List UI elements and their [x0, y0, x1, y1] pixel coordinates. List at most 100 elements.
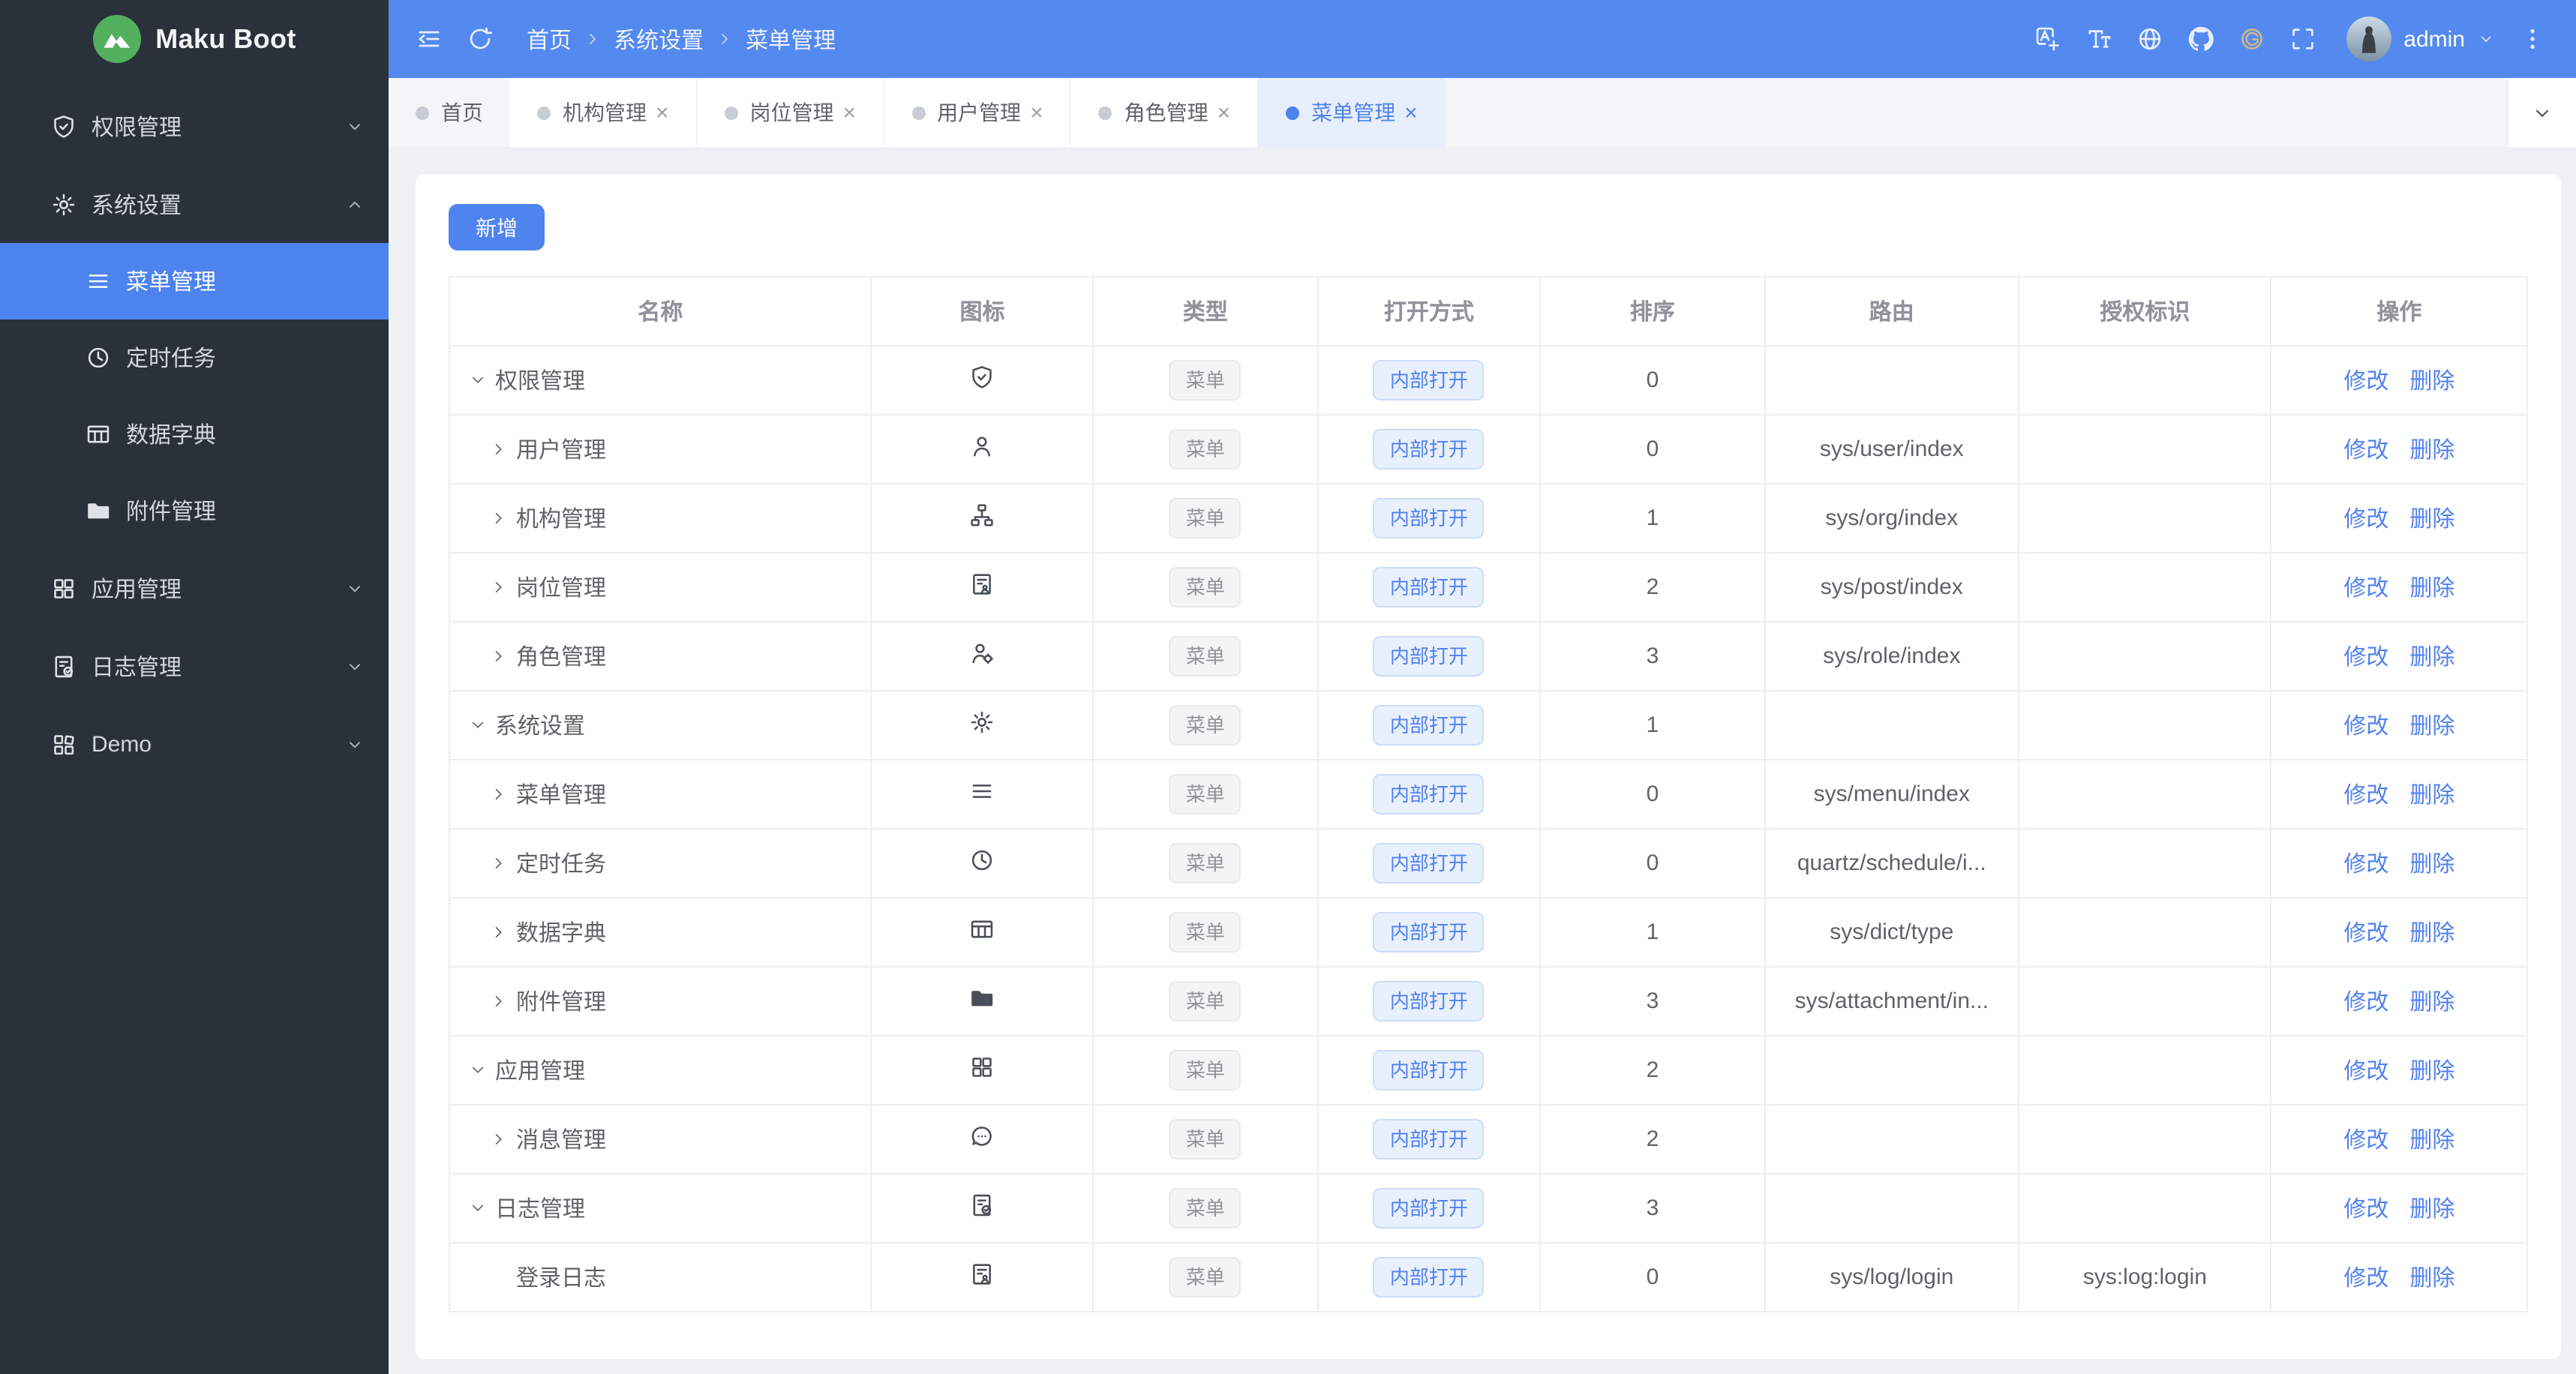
edit-link[interactable]: 修改 [2343, 369, 2388, 394]
menu-name: 应用管理 [495, 1059, 586, 1084]
tab-首页[interactable]: 首页 [389, 78, 510, 147]
edit-link[interactable]: 修改 [2343, 921, 2388, 946]
menu-panel: 新增 名称 图标 类型 打开方式 排序 路由 授权标识 操作 权限管理 菜单 内部打开 0 修改 删除用… [416, 174, 2561, 1359]
menu-lines-icon [84, 268, 111, 295]
delete-link[interactable]: 删除 [2409, 369, 2454, 394]
tab-用户管理[interactable]: 用户管理 × [884, 78, 1072, 147]
delete-link[interactable]: 删除 [2409, 921, 2454, 946]
expand-row-icon[interactable] [486, 575, 510, 599]
edit-link[interactable]: 修改 [2343, 990, 2388, 1016]
delete-link[interactable]: 删除 [2409, 1266, 2454, 1292]
route-value: quartz/schedule/i... [1764, 828, 2019, 898]
delete-link[interactable]: 删除 [2409, 714, 2454, 740]
expand-row-icon[interactable] [486, 437, 510, 461]
tab-list-dropdown[interactable] [2507, 78, 2576, 147]
sidebar-item-attachment[interactable]: 附件管理 [0, 472, 389, 549]
user-icon [969, 434, 995, 459]
edit-link[interactable]: 修改 [2343, 783, 2388, 808]
font-size-icon[interactable] [2076, 14, 2121, 64]
type-badge: 菜单 [1169, 636, 1241, 676]
auth-value [2017, 897, 2272, 968]
type-badge: 菜单 [1169, 774, 1241, 814]
collapse-row-icon[interactable] [465, 1196, 489, 1220]
add-button[interactable]: 新增 [449, 204, 545, 250]
sidebar-collapse-icon[interactable] [404, 14, 455, 64]
sort-value: 1 [1539, 690, 1766, 760]
tab-close-icon[interactable]: × [1217, 101, 1231, 124]
delete-link[interactable]: 删除 [2409, 576, 2454, 602]
menu-name: 机构管理 [516, 507, 607, 532]
edit-link[interactable]: 修改 [2343, 1059, 2388, 1084]
chevron-up-icon [345, 194, 365, 214]
user-menu[interactable]: admin [2346, 16, 2495, 62]
sidebar-item-dict[interactable]: 数据字典 [0, 396, 389, 472]
delete-link[interactable]: 删除 [2409, 1197, 2454, 1222]
expand-row-icon[interactable] [486, 782, 510, 806]
delete-link[interactable]: 删除 [2409, 645, 2454, 670]
sidebar-item-system[interactable]: 系统设置 [0, 165, 389, 243]
edit-link[interactable]: 修改 [2343, 852, 2388, 878]
edit-link[interactable]: 修改 [2343, 438, 2388, 464]
globe-icon[interactable] [2127, 14, 2172, 64]
tab-close-icon[interactable]: × [1030, 101, 1043, 124]
route-value [1764, 1173, 2019, 1244]
expand-row-icon[interactable] [486, 644, 510, 668]
gitee-icon[interactable] [2229, 14, 2274, 64]
expand-row-icon[interactable] [486, 506, 510, 530]
menu-name: 日志管理 [495, 1197, 586, 1222]
sidebar-item-demo[interactable]: Demo [0, 705, 389, 783]
collapse-row-icon[interactable] [465, 368, 489, 392]
kebab-menu-icon[interactable] [2510, 14, 2555, 64]
tab-label: 角色管理 [1124, 100, 1208, 124]
app-grid-icon [969, 1054, 995, 1080]
app-logo[interactable]: Maku Boot [0, 0, 389, 78]
expand-row-icon[interactable] [486, 989, 510, 1013]
sidebar-item-permission[interactable]: 权限管理 [0, 87, 389, 165]
sidebar-item-log[interactable]: 日志管理 [0, 627, 389, 705]
delete-link[interactable]: 删除 [2409, 1128, 2454, 1154]
edit-link[interactable]: 修改 [2343, 714, 2388, 740]
edit-link[interactable]: 修改 [2343, 507, 2388, 532]
tab-菜单管理[interactable]: 菜单管理 × [1259, 78, 1446, 147]
tab-机构管理[interactable]: 机构管理 × [510, 78, 698, 147]
edit-link[interactable]: 修改 [2343, 1128, 2388, 1154]
column-header: 打开方式 [1317, 276, 1542, 346]
open-mode-badge: 内部打开 [1373, 843, 1485, 884]
avatar[interactable] [2346, 16, 2392, 62]
tab-close-icon[interactable]: × [1404, 101, 1418, 124]
sidebar-item-menu[interactable]: 菜单管理 [0, 243, 389, 320]
refresh-icon[interactable] [455, 14, 506, 64]
collapse-row-icon[interactable] [465, 713, 489, 737]
expand-row-icon[interactable] [486, 920, 510, 944]
delete-link[interactable]: 删除 [2409, 1059, 2454, 1084]
menu-name: 附件管理 [516, 990, 607, 1016]
edit-link[interactable]: 修改 [2343, 1197, 2388, 1222]
sidebar-item-app[interactable]: 应用管理 [0, 549, 389, 627]
delete-link[interactable]: 删除 [2409, 852, 2454, 878]
edit-link[interactable]: 修改 [2343, 576, 2388, 602]
breadcrumb-home[interactable]: 首页 [527, 23, 572, 55]
menu-name: 数据字典 [516, 921, 607, 946]
delete-link[interactable]: 删除 [2409, 783, 2454, 808]
tab-close-icon[interactable]: × [843, 101, 857, 124]
delete-link[interactable]: 删除 [2409, 990, 2454, 1016]
shield-check-icon [50, 112, 77, 140]
expand-row-icon[interactable] [486, 851, 510, 875]
edit-link[interactable]: 修改 [2343, 1266, 2388, 1292]
tab-close-icon[interactable]: × [656, 101, 669, 124]
delete-link[interactable]: 删除 [2409, 438, 2454, 464]
sort-value: 0 [1539, 345, 1766, 416]
collapse-row-icon[interactable] [465, 1058, 489, 1082]
breadcrumb-system[interactable]: 系统设置 [614, 23, 704, 55]
fullscreen-icon[interactable] [2280, 14, 2325, 64]
translate-icon[interactable] [2025, 14, 2070, 64]
sidebar-item-schedule[interactable]: 定时任务 [0, 320, 389, 396]
tab-角色管理[interactable]: 角色管理 × [1071, 78, 1259, 147]
delete-link[interactable]: 删除 [2409, 507, 2454, 532]
expand-row-icon[interactable] [486, 1127, 510, 1151]
type-badge: 菜单 [1169, 843, 1241, 884]
github-icon[interactable] [2178, 14, 2223, 64]
sort-value: 2 [1539, 1104, 1766, 1174]
edit-link[interactable]: 修改 [2343, 645, 2388, 670]
tab-岗位管理[interactable]: 岗位管理 × [697, 78, 885, 147]
